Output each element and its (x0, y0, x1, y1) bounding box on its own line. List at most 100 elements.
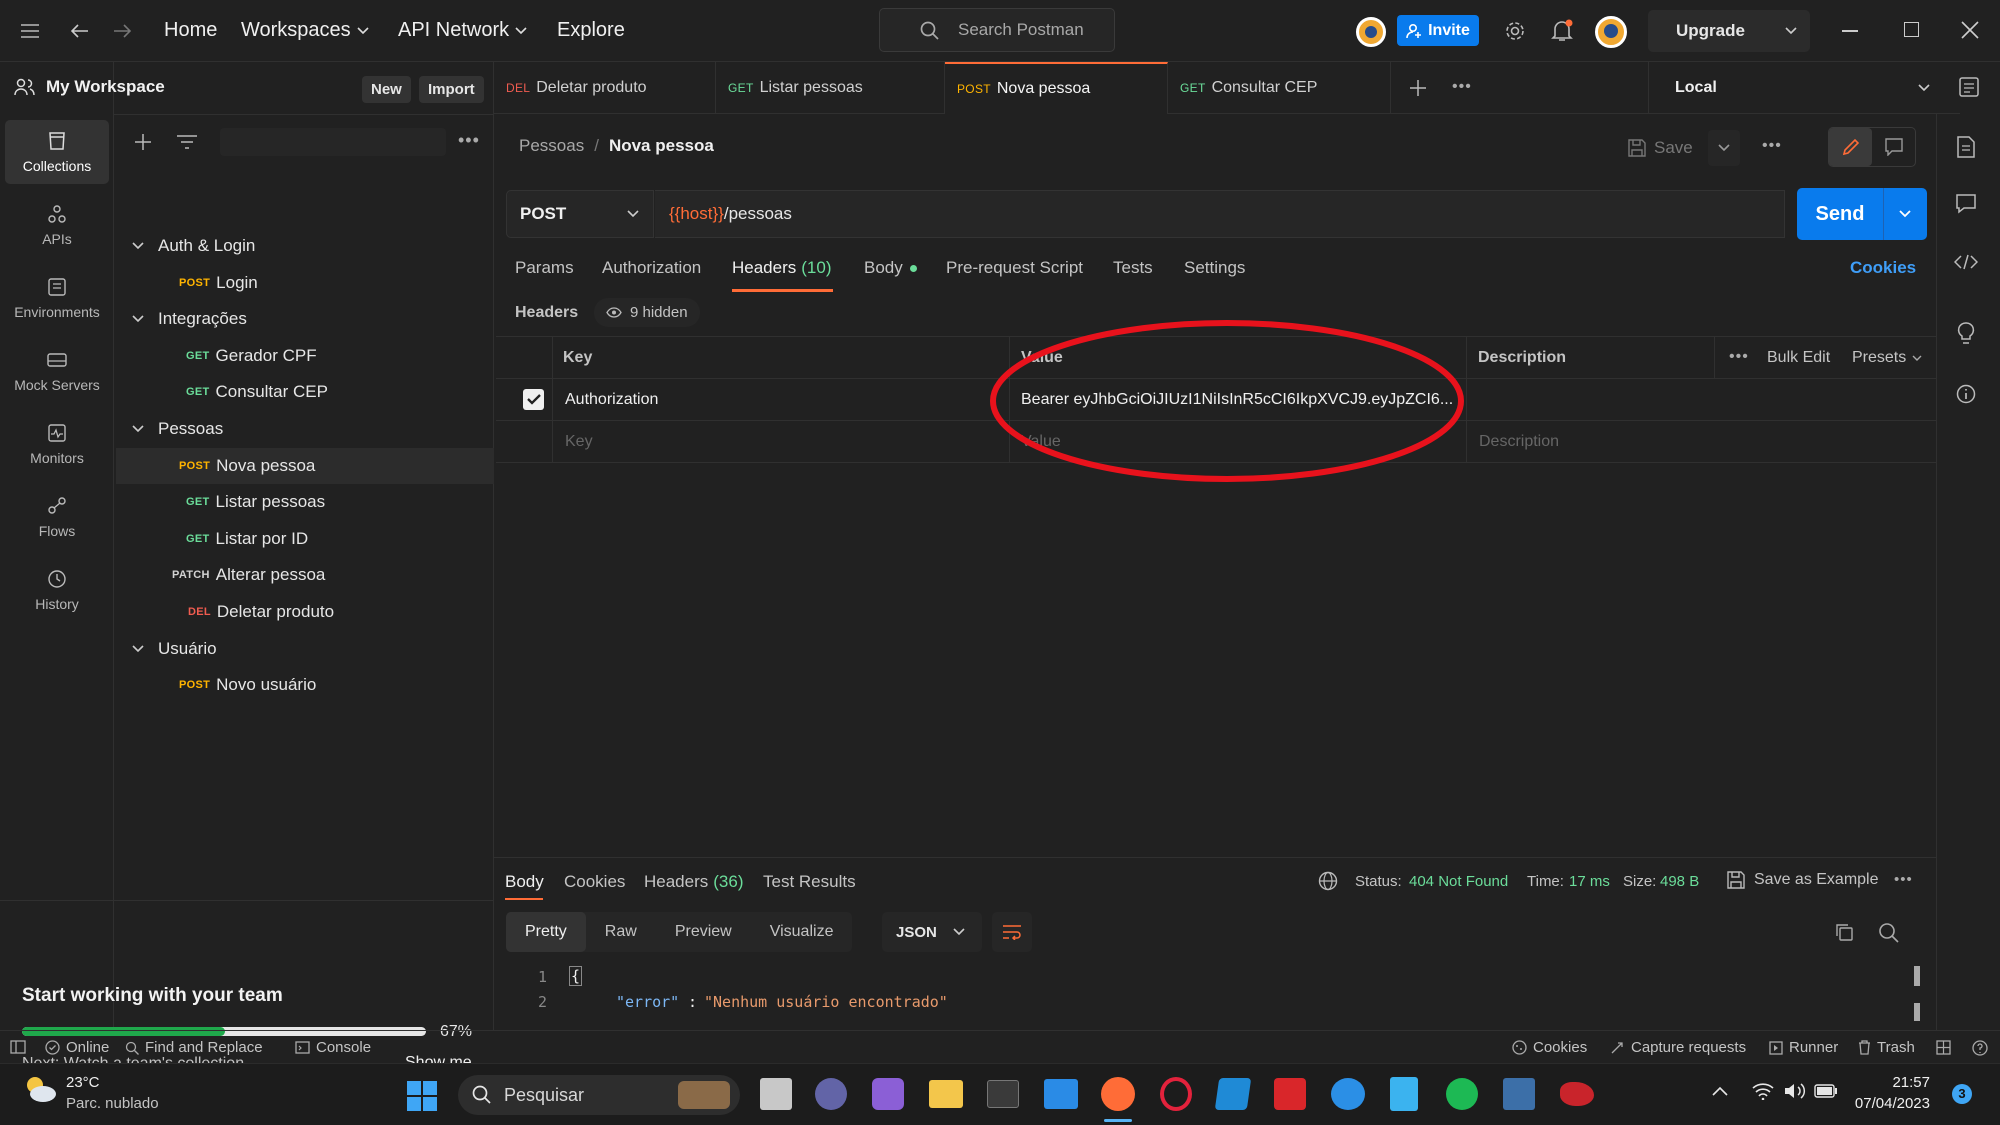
collection-folder[interactable]: Auth & Login (132, 228, 255, 264)
environment-quicklook-icon[interactable] (1958, 76, 1980, 98)
rail-item-apis[interactable]: APIs (5, 193, 109, 257)
layout-icon[interactable] (1936, 1040, 1951, 1055)
postman-icon[interactable] (1101, 1077, 1135, 1111)
nav-api-network[interactable]: API Network (398, 19, 527, 42)
hidden-headers-toggle[interactable]: 9 hidden (594, 298, 700, 327)
rail-item-history[interactable]: History (5, 558, 109, 622)
comment-view-icon[interactable] (1872, 128, 1915, 166)
task-view-icon[interactable] (760, 1078, 792, 1110)
console-button[interactable]: Console (295, 1039, 371, 1056)
windows-start-icon[interactable] (407, 1081, 437, 1111)
save-as-example-button[interactable]: Save as Example (1727, 871, 1879, 889)
cookies-button[interactable]: Cookies (1512, 1039, 1587, 1056)
request-tab[interactable]: POST Nova pessoa (945, 62, 1168, 114)
table-more-icon[interactable]: ••• (1729, 348, 1749, 366)
request-more-icon[interactable]: ••• (1762, 137, 1782, 155)
docker-icon[interactable] (1331, 1078, 1365, 1110)
save-button[interactable]: Save (1620, 130, 1701, 166)
stacked-app-icon[interactable] (1274, 1078, 1306, 1110)
clock-date[interactable]: 07/04/2023 (1848, 1095, 1930, 1112)
rail-item-flows[interactable]: Flows (5, 485, 109, 549)
view-preview[interactable]: Preview (656, 912, 751, 952)
settings-gear-icon[interactable] (1503, 19, 1527, 43)
new-button[interactable]: New (362, 76, 411, 103)
tab-more-icon[interactable]: ••• (1452, 78, 1472, 96)
notification-count-badge[interactable]: 3 (1952, 1084, 1972, 1104)
comments-icon[interactable] (1956, 194, 1976, 214)
tab-prerequest-script[interactable]: Pre-request Script (946, 258, 1083, 278)
collection-request[interactable]: POST Login (179, 265, 258, 301)
forward-arrow-icon[interactable] (110, 20, 134, 42)
tab-headers[interactable]: Headers (10) (732, 258, 832, 278)
response-more-icon[interactable]: ••• (1894, 871, 1913, 888)
sql-tool-icon[interactable] (1503, 1078, 1535, 1110)
nav-explore[interactable]: Explore (557, 19, 625, 42)
close-window-icon[interactable] (1960, 20, 1980, 40)
header-key-cell[interactable]: Authorization (565, 391, 658, 409)
code-icon[interactable] (1954, 254, 1978, 270)
url-input[interactable]: {{host}} /pessoas (655, 190, 1785, 238)
nav-home[interactable]: Home (164, 19, 217, 42)
method-select[interactable]: POST (506, 190, 654, 238)
taskbar-search-box[interactable]: Pesquisar (458, 1075, 740, 1115)
battery-icon[interactable] (1814, 1084, 1838, 1098)
upgrade-button[interactable]: Upgrade (1648, 10, 1810, 52)
copy-icon[interactable] (1834, 922, 1854, 942)
online-status[interactable]: Online (45, 1039, 109, 1056)
rail-item-monitors[interactable]: Monitors (5, 412, 109, 476)
view-raw[interactable]: Raw (586, 912, 656, 952)
request-tab[interactable]: GET Consultar CEP (1168, 62, 1391, 114)
new-key-placeholder[interactable]: Key (565, 433, 593, 451)
new-value-placeholder[interactable]: Value (1021, 433, 1061, 451)
send-dropdown-chevron-icon[interactable] (1884, 210, 1926, 218)
scrollbar-thumb[interactable] (1914, 1003, 1920, 1021)
globe-icon[interactable] (1318, 871, 1338, 891)
cookies-link[interactable]: Cookies (1850, 258, 1916, 278)
minimize-window-icon[interactable] (1842, 30, 1858, 32)
capture-requests-button[interactable]: Capture requests (1610, 1039, 1746, 1056)
new-tab-icon[interactable] (1408, 78, 1428, 98)
edit-pencil-icon[interactable] (1829, 128, 1872, 166)
more-options-icon[interactable]: ••• (458, 130, 480, 151)
header-row-checkbox[interactable] (523, 389, 544, 410)
red-app-icon[interactable] (1560, 1082, 1594, 1106)
help-icon[interactable] (1972, 1040, 1988, 1056)
restore-window-icon[interactable] (1904, 22, 1919, 37)
response-tab-headers[interactable]: Headers (36) (644, 872, 744, 892)
presets-dropdown[interactable]: Presets (1852, 349, 1922, 367)
volume-icon[interactable] (1784, 1082, 1806, 1100)
format-select[interactable]: JSON (882, 912, 982, 952)
menu-icon[interactable] (18, 20, 42, 42)
trash-button[interactable]: Trash (1858, 1039, 1915, 1056)
bulk-edit-button[interactable]: Bulk Edit (1767, 349, 1830, 367)
collection-request[interactable]: POST Nova pessoa (116, 447, 494, 484)
search-icon[interactable] (1878, 922, 1900, 944)
add-collection-icon[interactable] (133, 132, 153, 152)
toggle-sidebar-icon[interactable] (10, 1040, 26, 1054)
time-value[interactable]: 17 ms (1569, 873, 1610, 890)
response-code-editor[interactable]: 1 { 2 "error" : "Nenhum usuário encontra… (514, 966, 1894, 1026)
chevron-up-icon[interactable] (1712, 1086, 1728, 1096)
request-tab[interactable]: DEL Deletar produto (494, 62, 716, 114)
collection-folder[interactable]: Pessoas (132, 411, 223, 447)
opera-icon[interactable] (1160, 1077, 1192, 1111)
collection-request[interactable]: GET Listar por ID (186, 521, 308, 557)
vscode-icon[interactable] (1214, 1078, 1252, 1110)
wrap-lines-icon[interactable] (992, 912, 1032, 952)
scrollbar-thumb[interactable] (1914, 966, 1920, 986)
collection-request[interactable]: POST Novo usuário (179, 667, 316, 703)
status-value[interactable]: 404 Not Found (1409, 873, 1508, 890)
tab-body[interactable]: Body (864, 258, 917, 278)
collection-request[interactable]: GET Consultar CEP (186, 374, 328, 410)
collection-request[interactable]: DEL Deletar produto (188, 594, 334, 630)
notifications-bell-icon[interactable] (1550, 18, 1574, 44)
teams-chat-icon[interactable] (815, 1078, 847, 1110)
filter-icon[interactable] (176, 132, 198, 152)
documentation-icon[interactable] (1957, 136, 1975, 158)
size-value[interactable]: 498 B (1660, 873, 1699, 890)
save-dropdown-chevron-icon[interactable] (1708, 130, 1740, 166)
response-tab-cookies[interactable]: Cookies (564, 872, 625, 892)
weather-cloud-icon[interactable] (22, 1074, 56, 1102)
breadcrumb-current[interactable]: Nova pessoa (609, 136, 714, 156)
clock-time[interactable]: 21:57 (1858, 1074, 1930, 1091)
